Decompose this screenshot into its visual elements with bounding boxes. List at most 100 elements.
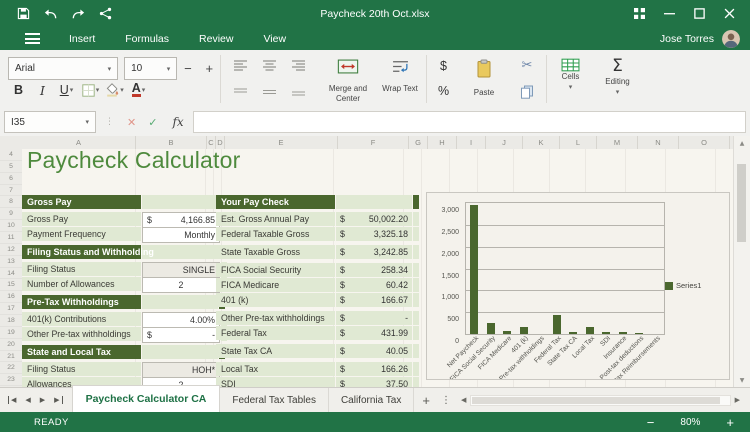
add-sheet-button[interactable]: +: [414, 393, 438, 408]
menu-tab-insert[interactable]: Insert: [69, 33, 95, 45]
name-box[interactable]: I35▾: [4, 111, 96, 133]
cells-button[interactable]: Cells ▾: [547, 50, 594, 108]
cell-value[interactable]: $-: [336, 311, 412, 325]
share-icon[interactable]: [99, 7, 112, 20]
save-icon[interactable]: [17, 7, 30, 20]
column-header-k[interactable]: K: [523, 136, 560, 149]
column-header-h[interactable]: H: [428, 136, 457, 149]
row-header-10[interactable]: 10: [0, 220, 22, 232]
scroll-up-icon[interactable]: ▲: [734, 140, 750, 147]
menu-tab-formulas[interactable]: Formulas: [125, 33, 169, 45]
fill-color-button[interactable]: ▾: [104, 80, 125, 100]
column-header-b[interactable]: B: [136, 136, 207, 149]
fx-icon[interactable]: fx: [172, 115, 183, 129]
borders-button[interactable]: ▾: [80, 80, 101, 100]
cell-value[interactable]: 4.00%: [142, 312, 220, 328]
scroll-down-icon[interactable]: ▼: [734, 377, 750, 384]
row-header-11[interactable]: 11: [0, 232, 22, 244]
chart-bar[interactable]: [553, 315, 561, 334]
currency-format-button[interactable]: $: [440, 59, 447, 73]
row-header-21[interactable]: 21: [0, 351, 22, 363]
cell-value[interactable]: $60.42: [336, 278, 412, 292]
column-header-e[interactable]: E: [225, 136, 338, 149]
cut-icon[interactable]: ✂: [522, 58, 533, 73]
font-name-select[interactable]: Arial▾: [8, 57, 118, 80]
column-header-l[interactable]: L: [560, 136, 597, 149]
row-header-12[interactable]: 12: [0, 244, 22, 256]
percent-format-button[interactable]: %: [438, 84, 449, 98]
row-header-13[interactable]: 13: [0, 256, 22, 268]
row-header-20[interactable]: 20: [0, 339, 22, 351]
minimize-icon[interactable]: [663, 8, 675, 20]
row-header-9[interactable]: 9: [0, 208, 22, 220]
cell-value[interactable]: $3,242.85: [336, 245, 412, 259]
row-header-8[interactable]: 8: [0, 196, 22, 208]
last-sheet-button[interactable]: ▶: [54, 396, 62, 404]
formula-input[interactable]: [193, 111, 746, 133]
italic-button[interactable]: I: [32, 80, 53, 100]
chart-bar[interactable]: [470, 205, 478, 334]
copy-icon[interactable]: [519, 85, 535, 99]
previous-sheet-button[interactable]: ◀: [25, 396, 30, 404]
row-header-19[interactable]: 19: [0, 327, 22, 339]
column-header-j[interactable]: J: [486, 136, 523, 149]
column-header-m[interactable]: M: [597, 136, 638, 149]
decrease-font-button[interactable]: −: [177, 61, 198, 76]
cell-value[interactable]: $-: [142, 327, 220, 343]
row-header-23[interactable]: 23: [0, 374, 22, 386]
undo-icon[interactable]: [43, 8, 58, 20]
column-header-g[interactable]: G: [409, 136, 428, 149]
cell-value[interactable]: $166.26: [336, 362, 412, 376]
paste-button[interactable]: Paste: [460, 50, 508, 108]
row-header-18[interactable]: 18: [0, 315, 22, 327]
cell-value[interactable]: $431.99: [336, 326, 412, 340]
cell-value[interactable]: $4,166.85: [142, 212, 220, 228]
select-all-corner[interactable]: [0, 136, 23, 150]
align-center-icon[interactable]: [263, 60, 277, 71]
fullscreen-icon[interactable]: [633, 8, 645, 20]
cell-value[interactable]: Monthly: [142, 227, 220, 243]
scroll-left-icon[interactable]: ◀: [461, 396, 466, 404]
row-header-22[interactable]: 22: [0, 362, 22, 374]
maximize-icon[interactable]: [693, 8, 705, 20]
menu-tab-view[interactable]: View: [263, 33, 286, 45]
sheet-tab[interactable]: Paycheck Calculator CA: [72, 385, 221, 413]
cell-value[interactable]: HOH*: [142, 362, 220, 378]
cell-value[interactable]: $166.67: [336, 293, 412, 307]
bold-button[interactable]: B: [8, 80, 29, 100]
row-header-17[interactable]: 17: [0, 303, 22, 315]
redo-icon[interactable]: [71, 8, 86, 20]
row-header-6[interactable]: 6: [0, 173, 22, 185]
cell-value[interactable]: 2: [142, 277, 220, 293]
row-header-5[interactable]: 5: [0, 161, 22, 173]
font-color-button[interactable]: A▾: [128, 80, 149, 100]
horizontal-scrollbar-thumb[interactable]: [472, 397, 720, 404]
align-middle-icon[interactable]: [263, 88, 277, 96]
sheet-grid[interactable]: Paycheck Calculator Gross PayGross Pay$4…: [22, 149, 734, 388]
row-header-4[interactable]: 4: [0, 149, 22, 161]
vertical-scrollbar[interactable]: ▲ ▼: [733, 136, 750, 388]
horizontal-scrollbar[interactable]: [470, 395, 730, 406]
sheet-tab[interactable]: California Tax: [329, 388, 414, 412]
wrap-text-button[interactable]: Wrap Text: [374, 50, 426, 108]
cell-value[interactable]: $258.34: [336, 263, 412, 277]
more-sheets-icon[interactable]: ⋮: [438, 395, 454, 406]
chart-bar[interactable]: [586, 327, 594, 334]
column-header-d[interactable]: D: [216, 136, 225, 149]
cell-value[interactable]: $3,325.18: [336, 227, 412, 241]
paycheck-bar-chart[interactable]: 05001,0001,5002,0002,5003,000 Net Payche…: [426, 192, 730, 380]
column-header-o[interactable]: O: [679, 136, 730, 149]
first-sheet-button[interactable]: ◀: [8, 396, 16, 404]
increase-font-button[interactable]: +: [199, 61, 220, 76]
chart-bar[interactable]: [520, 327, 528, 334]
menu-tab-review[interactable]: Review: [199, 33, 233, 45]
row-header-16[interactable]: 16: [0, 291, 22, 303]
merge-and-center-button[interactable]: Merge and Center: [322, 50, 374, 108]
column-header-i[interactable]: I: [457, 136, 486, 149]
column-header-a[interactable]: A: [22, 136, 136, 149]
row-header-7[interactable]: 7: [0, 185, 22, 197]
column-header-c[interactable]: C: [207, 136, 216, 149]
align-bottom-icon[interactable]: [292, 88, 306, 96]
zoom-level[interactable]: 80%: [680, 417, 700, 428]
chart-bar[interactable]: [487, 323, 495, 334]
